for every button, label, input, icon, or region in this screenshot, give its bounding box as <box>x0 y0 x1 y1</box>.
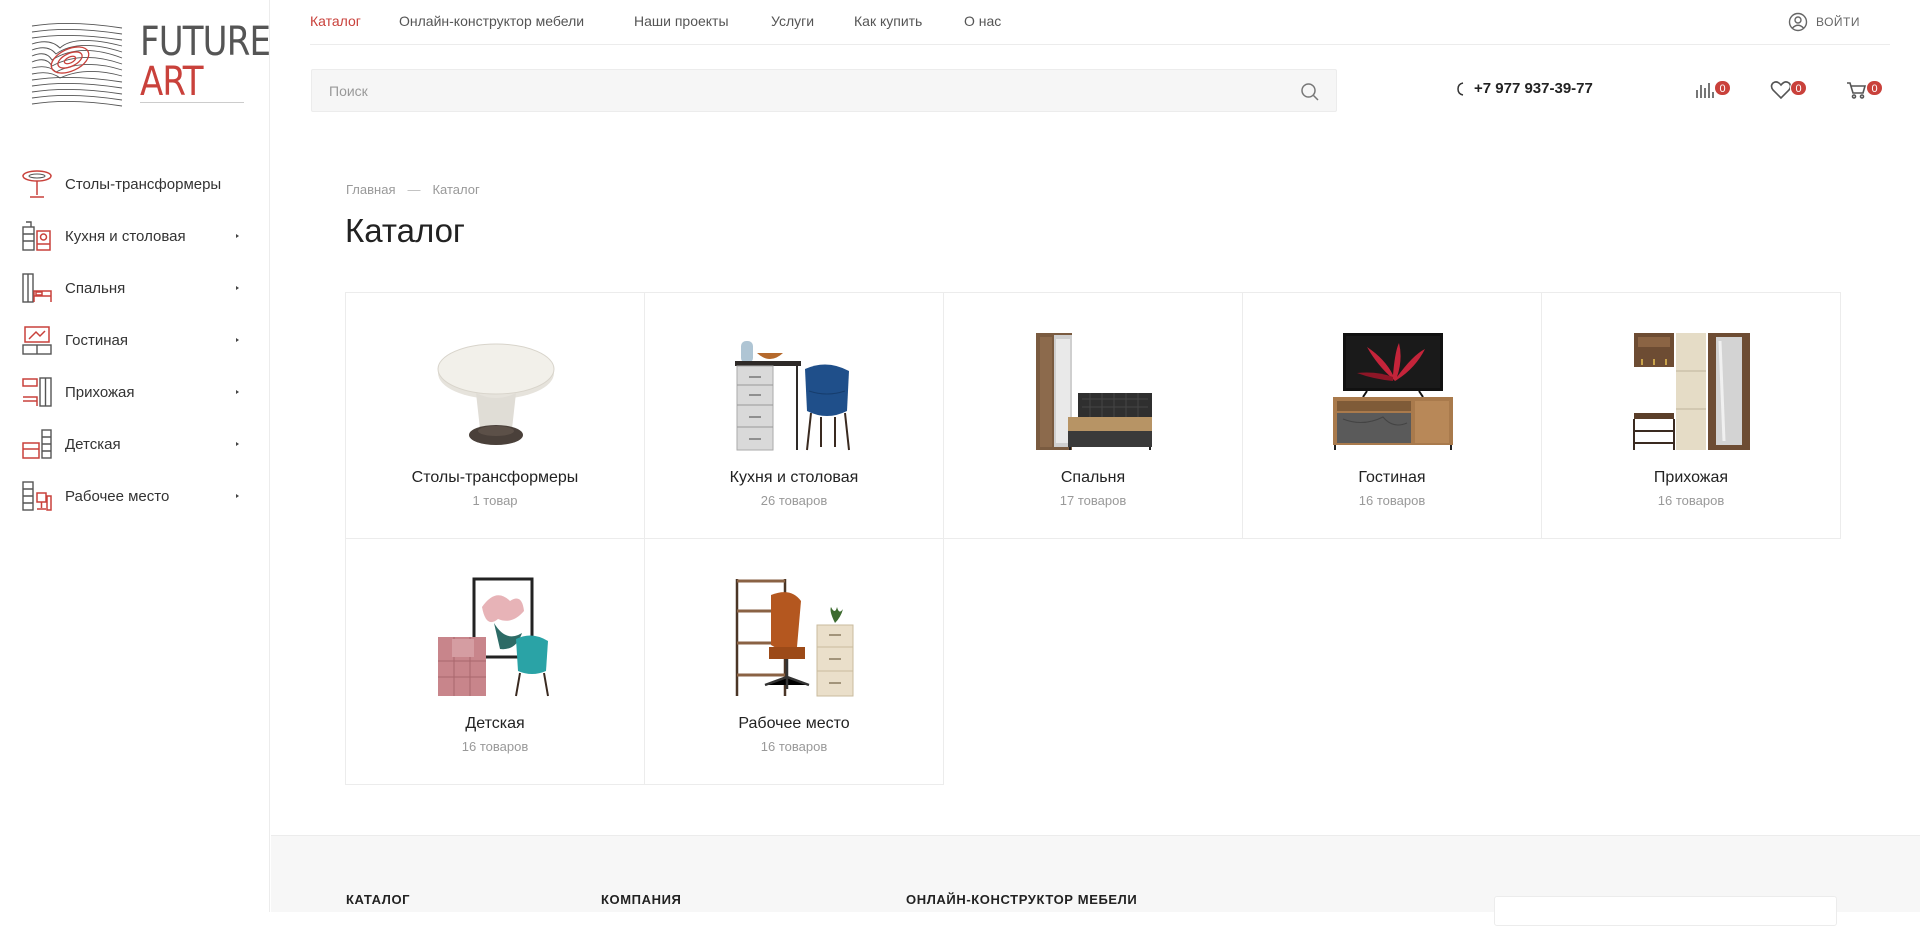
search-icon[interactable] <box>1300 82 1320 102</box>
favorites-count-badge: 0 <box>1790 80 1807 96</box>
sidebar-item-label: Спальня <box>65 279 126 297</box>
sidebar-item-label: Столы-трансформеры <box>65 175 222 193</box>
topnav-item-about[interactable]: О нас <box>964 13 1001 29</box>
category-name: Гостиная <box>1358 469 1426 486</box>
breadcrumb-separator: — <box>407 182 421 197</box>
top-navigation: Каталог Онлайн-конструктор мебели Наши п… <box>310 0 1890 45</box>
category-card-kitchen[interactable]: Кухня и столовая 26 товаров <box>644 292 944 539</box>
phone-number: +7 977 937-39-77 <box>1474 80 1593 97</box>
logo-underline <box>140 102 244 103</box>
kids-room-icon <box>22 429 52 459</box>
living-room-icon <box>22 326 52 355</box>
chevron-right-icon <box>236 338 239 342</box>
cart-button[interactable]: 0 <box>1846 78 1886 104</box>
tv-stand-image <box>1333 333 1453 450</box>
cart-icon <box>1847 82 1867 99</box>
breadcrumb: Главная — Каталог <box>346 182 480 197</box>
category-card-bedroom[interactable]: Спальня 17 товаров <box>943 292 1243 539</box>
topnav-item-catalog[interactable]: Каталог <box>310 13 361 29</box>
footer-heading-company[interactable]: Компания <box>601 892 681 907</box>
sidebar-item-living-room[interactable]: Гостиная <box>0 314 270 366</box>
heart-icon <box>1770 81 1792 100</box>
sidebar-item-hallway[interactable]: Прихожая <box>0 366 270 418</box>
category-count: 16 товаров <box>1358 493 1426 508</box>
category-count: 16 товаров <box>461 739 529 754</box>
compare-button[interactable]: 0 <box>1694 78 1734 104</box>
kitchen-icon <box>22 221 51 251</box>
page-title: Каталог <box>345 212 465 249</box>
category-count: 17 товаров <box>1059 493 1127 508</box>
category-name: Рабочее место <box>738 715 850 732</box>
sidebar: FUTURE ART Столы-трансформеры Кухня и ст… <box>0 0 271 912</box>
chevron-right-icon <box>236 234 239 238</box>
sidebar-item-bedroom[interactable]: Спальня <box>0 262 270 314</box>
topnav-item-how-to-buy[interactable]: Как купить <box>854 13 922 29</box>
category-name: Кухня и столовая <box>729 469 859 486</box>
bedroom-set-image <box>1036 333 1152 450</box>
kitchen-set-image <box>735 341 850 451</box>
category-card-kids-room[interactable]: Детская 16 товаров <box>345 538 645 785</box>
category-name: Детская <box>465 715 525 732</box>
category-name: Спальня <box>1060 469 1126 486</box>
logo[interactable]: FUTURE ART <box>30 20 271 110</box>
hallway-icon <box>22 377 52 407</box>
sidebar-item-kitchen[interactable]: Кухня и столовая <box>0 210 270 262</box>
sidebar-item-label: Гостиная <box>65 331 128 349</box>
topnav-item-projects[interactable]: Наши проекты <box>634 13 729 29</box>
search-input[interactable] <box>312 70 1336 111</box>
category-card-workplace[interactable]: Рабочее место 16 товаров <box>644 538 944 785</box>
sidebar-item-label: Прихожая <box>65 383 135 401</box>
search-bar <box>311 69 1337 112</box>
compare-count-badge: 0 <box>1714 80 1731 96</box>
sidebar-item-workplace[interactable]: Рабочее место <box>0 470 270 522</box>
category-name: Столы-трансформеры <box>411 469 579 486</box>
footer-heading-catalog[interactable]: Каталог <box>346 892 410 907</box>
chevron-right-icon <box>236 442 239 446</box>
logo-line-1: FUTURE <box>140 19 271 65</box>
category-count: 1 товар <box>472 493 518 508</box>
round-table-icon <box>22 170 52 198</box>
hallway-wardrobe-image <box>1633 333 1750 450</box>
footer-heading-constructor[interactable]: Онлайн-конструктор мебели <box>906 892 1137 907</box>
sidebar-menu: Столы-трансформеры Кухня и столовая Спал… <box>0 158 270 522</box>
sidebar-item-label: Кухня и столовая <box>65 227 186 245</box>
category-count: 26 товаров <box>760 493 828 508</box>
topnav-item-services[interactable]: Услуги <box>771 13 814 29</box>
sidebar-item-transformer-tables[interactable]: Столы-трансформеры <box>0 158 270 210</box>
logo-mark-icon <box>31 22 123 107</box>
footer: Каталог Компания Онлайн-конструктор мебе… <box>271 835 1920 926</box>
cart-count-badge: 0 <box>1866 80 1883 96</box>
breadcrumb-home[interactable]: Главная <box>346 182 395 197</box>
login-label: Войти <box>1815 15 1860 29</box>
category-card-transformer-tables[interactable]: Столы-трансформеры 1 товар <box>345 292 645 539</box>
chevron-right-icon <box>236 286 239 290</box>
chevron-right-icon <box>236 390 239 394</box>
breadcrumb-current: Каталог <box>432 182 480 197</box>
chevron-right-icon <box>236 494 239 498</box>
phone-icon <box>1457 81 1464 96</box>
phone-link[interactable]: +7 977 937-39-77 <box>1456 80 1593 97</box>
office-set-image <box>735 579 854 697</box>
login-button[interactable]: Войти <box>1788 12 1860 32</box>
logo-line-2: ART <box>140 59 203 105</box>
bedroom-icon <box>22 273 52 303</box>
compare-chart-icon <box>1696 83 1714 98</box>
favorites-button[interactable]: 0 <box>1770 78 1810 104</box>
category-count: 16 товаров <box>760 739 828 754</box>
sidebar-item-kids-room[interactable]: Детская <box>0 418 270 470</box>
kids-furniture-image <box>438 577 549 697</box>
topnav-item-constructor[interactable]: Онлайн-конструктор мебели <box>399 13 584 29</box>
category-card-living-room[interactable]: Гостиная 16 товаров <box>1242 292 1542 539</box>
sidebar-item-label: Рабочее место <box>65 487 170 505</box>
workplace-icon <box>22 481 52 511</box>
round-table-image <box>437 343 555 445</box>
user-icon <box>1788 12 1808 32</box>
logo-text: FUTURE ART <box>140 20 271 110</box>
sidebar-item-label: Детская <box>65 435 121 453</box>
category-name: Прихожая <box>1653 469 1729 486</box>
footer-subscribe-box <box>1494 896 1837 926</box>
category-card-hallway[interactable]: Прихожая 16 товаров <box>1541 292 1841 539</box>
category-count: 16 товаров <box>1657 493 1725 508</box>
